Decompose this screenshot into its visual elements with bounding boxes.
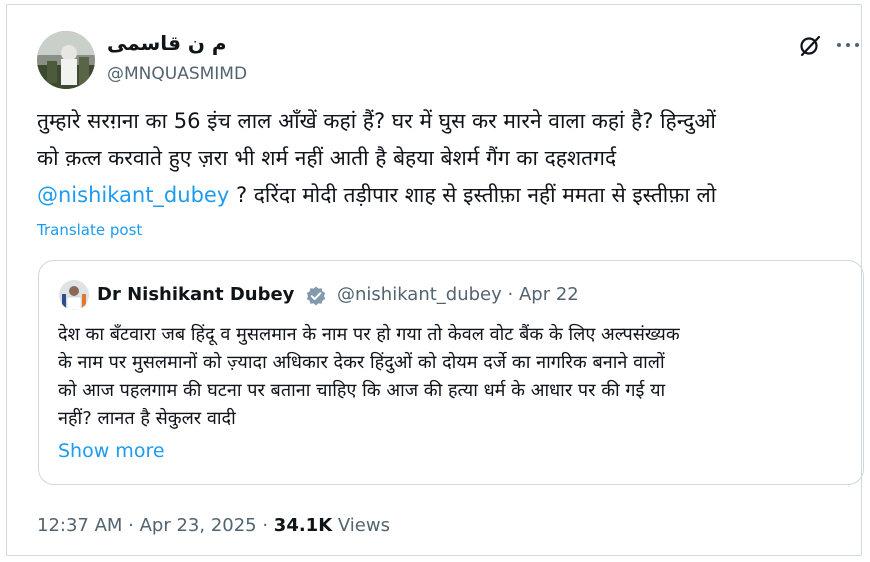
quoted-line: देश का बँटवारा जब हिंदू व मुसलमान के नाम…	[58, 324, 680, 345]
more-options-icon[interactable]	[833, 33, 863, 57]
quoted-author-avatar[interactable]	[59, 280, 89, 310]
tweet-line: @nishikant_dubey ? दरिंदा मोदी तड़ीपार श…	[37, 177, 859, 214]
quoted-line: के नाम पर मुसलमानों को ज़्यादा अधिकार दे…	[58, 352, 665, 373]
quoted-tweet[interactable]: Dr Nishikant Dubey @nishikant_dubey · Ap…	[38, 260, 864, 485]
mention-link[interactable]: @nishikant_dubey	[37, 183, 229, 207]
quoted-line: को आज पहलगाम की घटना पर बताना चाहिए कि आ…	[58, 380, 666, 401]
views-count: 34.1K	[273, 515, 333, 536]
verified-badge-icon	[305, 285, 327, 307]
timestamp[interactable]: 12:37 AM · Apr 23, 2025 ·	[37, 515, 274, 536]
author-avatar[interactable]	[37, 31, 95, 89]
tweet-line: को क़त्ल करवाते हुए ज़रा भी शर्म नहीं आत…	[37, 146, 617, 170]
quoted-line: नहीं? लानत है सेकुलर वादी	[58, 408, 236, 429]
author-handle[interactable]: @MNQUASMIMD	[107, 63, 247, 85]
show-more-link[interactable]: Show more	[58, 438, 165, 464]
tweet-line-rest: ? दरिंदा मोदी तड़ीपार शाह से इस्तीफ़ा नह…	[229, 183, 717, 207]
tweet-card: م ن قاسمی @MNQUASMIMD तुम्हारे सरग़ना का…	[6, 4, 864, 556]
profile-photo-icon	[59, 280, 89, 310]
views-label: Views	[332, 515, 390, 536]
author-display-name[interactable]: م ن قاسمی	[107, 30, 227, 56]
quoted-tweet-body: देश का बँटवारा जब हिंदू व मुसलमान के नाम…	[58, 321, 858, 433]
translate-post-link[interactable]: Translate post	[37, 219, 142, 241]
tweet-body: तुम्हारे सरग़ना का 56 इंच लाल आँखें कहां…	[37, 103, 859, 214]
tweet-footer: 12:37 AM · Apr 23, 2025 · 34.1K Views	[37, 514, 390, 538]
grok-icon[interactable]	[798, 34, 822, 58]
tweet-line: तुम्हारे सरग़ना का 56 इंच लाल आँखें कहां…	[37, 109, 716, 133]
quoted-handle-date[interactable]: @nishikant_dubey · Apr 22	[337, 283, 579, 307]
quoted-author-name[interactable]: Dr Nishikant Dubey	[97, 283, 294, 307]
profile-photo-icon	[37, 31, 95, 89]
